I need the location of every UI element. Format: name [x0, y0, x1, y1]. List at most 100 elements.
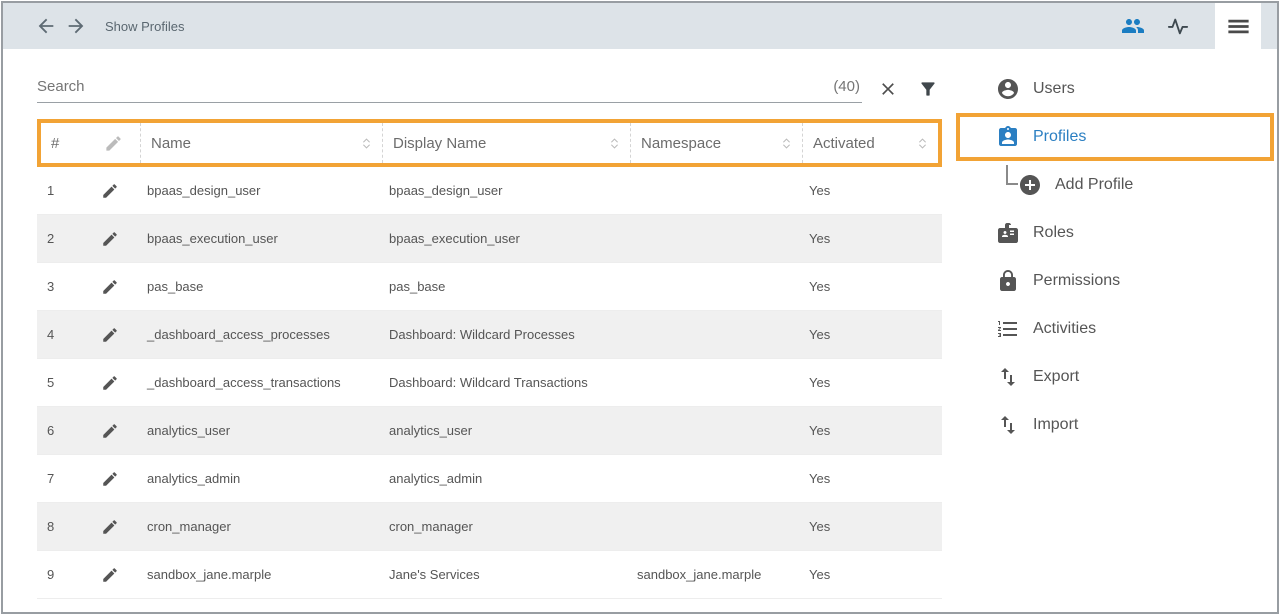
edit-icon [101, 518, 119, 536]
column-header-namespace[interactable]: Namespace [631, 123, 803, 163]
row-name: bpaas_execution_user [137, 231, 379, 246]
filter-button[interactable] [918, 79, 938, 99]
row-edit-cell [81, 278, 137, 296]
edit-icon [101, 326, 119, 344]
clear-search-button[interactable] [878, 79, 898, 99]
sidebar-item-import[interactable]: Import [956, 401, 1277, 449]
column-label: Namespace [641, 135, 721, 152]
edit-icon [101, 422, 119, 440]
row-number: 7 [37, 471, 81, 486]
edit-icon [104, 134, 123, 153]
row-name: sandbox_jane.marple [137, 567, 379, 582]
row-activated: Yes [799, 375, 942, 390]
sidebar-nav: Users ProfilesAdd Profile Roles Permissions… [956, 49, 1277, 612]
filter-funnel-icon [918, 79, 938, 99]
edit-row-button[interactable] [101, 374, 119, 392]
sidebar-item-export[interactable]: Export [956, 353, 1277, 401]
row-number: 4 [37, 327, 81, 342]
top-bar: Show Profiles [3, 3, 1277, 49]
sidebar-item-label: Roles [1033, 224, 1074, 242]
table-row[interactable]: 1bpaas_design_userbpaas_design_userYes [37, 167, 942, 215]
forward-button[interactable] [65, 15, 87, 37]
row-name: _dashboard_access_processes [137, 327, 379, 342]
row-activated: Yes [799, 423, 942, 438]
edit-row-button[interactable] [101, 470, 119, 488]
row-name: analytics_user [137, 423, 379, 438]
activity-monitor-button[interactable] [1167, 15, 1189, 37]
column-header--: # [41, 123, 85, 163]
sidebar-item-profiles[interactable]: Profiles [956, 113, 1274, 161]
sidebar-item-users[interactable]: Users [956, 65, 1277, 113]
sort-icon [607, 136, 622, 151]
table-row[interactable]: 3pas_basepas_baseYes [37, 263, 942, 311]
row-number: 9 [37, 567, 81, 582]
row-activated: Yes [799, 567, 942, 582]
import-export-icon [996, 413, 1020, 437]
edit-icon [101, 566, 119, 584]
row-activated: Yes [799, 231, 942, 246]
sidebar-item-activities[interactable]: Activities [956, 305, 1277, 353]
sidebar-item-label: Export [1033, 368, 1079, 386]
edit-row-button[interactable] [101, 566, 119, 584]
table-row[interactable]: 5_dashboard_access_transactionsDashboard… [37, 359, 942, 407]
table-row[interactable]: 6analytics_useranalytics_userYes [37, 407, 942, 455]
table-row[interactable]: 4 _dashboard_access_processesDashboard: W… [37, 311, 942, 359]
sidebar-item-permissions[interactable]: Permissions [956, 257, 1277, 305]
edit-row-button[interactable] [101, 326, 119, 344]
sidebar-item-add-profile[interactable]: Add Profile [956, 161, 1277, 209]
column-label: Display Name [393, 135, 486, 152]
row-activated: Yes [799, 471, 942, 486]
close-icon [878, 79, 898, 99]
edit-row-button[interactable] [101, 230, 119, 248]
column-header-name[interactable]: Name [141, 123, 383, 163]
row-display-name: Dashboard: Wildcard Processes [379, 327, 627, 342]
arrow-forward-icon [65, 15, 87, 37]
import-export-icon [996, 365, 1020, 389]
row-edit-cell [81, 470, 137, 488]
row-number: 5 [37, 375, 81, 390]
table-row[interactable]: 8cron_managercron_managerYes [37, 503, 942, 551]
edit-icon [101, 374, 119, 392]
edit-row-button[interactable] [101, 518, 119, 536]
edit-row-button[interactable] [101, 278, 119, 296]
row-edit-cell [81, 326, 137, 344]
edit-icon [101, 230, 119, 248]
list-numbered-icon [996, 317, 1020, 341]
row-activated: Yes [799, 327, 942, 342]
sort-icon [359, 136, 374, 151]
table-row[interactable]: 7 analytics_adminanalytics_admin Yes [37, 455, 942, 503]
back-button[interactable] [35, 15, 57, 37]
users-shortcut-button[interactable] [1121, 14, 1145, 38]
row-edit-cell [81, 182, 137, 200]
edit-row-button[interactable] [101, 422, 119, 440]
column-label: Activated [813, 135, 875, 152]
row-edit-cell [81, 230, 137, 248]
row-edit-cell [81, 422, 137, 440]
edit-icon [101, 182, 119, 200]
row-display-name: analytics_admin [379, 471, 627, 486]
row-activated: Yes [799, 183, 942, 198]
sidebar-item-label: Users [1033, 80, 1075, 98]
row-display-name: cron_manager [379, 519, 627, 534]
row-name: analytics_admin [137, 471, 379, 486]
row-number: 2 [37, 231, 81, 246]
menu-button[interactable] [1215, 3, 1261, 49]
sidebar-item-roles[interactable]: Roles [956, 209, 1277, 257]
column-label: Name [151, 135, 191, 152]
table-row[interactable]: 2bpaas_execution_userbpaas_execution_use… [37, 215, 942, 263]
row-activated: Yes [799, 279, 942, 294]
row-display-name: analytics_user [379, 423, 627, 438]
row-activated: Yes [799, 519, 942, 534]
column-header-display-name[interactable]: Display Name [383, 123, 631, 163]
edit-row-button[interactable] [101, 182, 119, 200]
sort-icon [779, 136, 794, 151]
row-edit-cell [81, 374, 137, 392]
table-row[interactable]: 9sandbox_jane.marpleJane's Servicessandb… [37, 551, 942, 599]
sidebar-item-label: Import [1033, 416, 1078, 434]
main-panel: (40) #NameDisplay NameNamespaceActivated… [37, 49, 942, 612]
edit-icon [101, 470, 119, 488]
column-header-activated[interactable]: Activated [803, 123, 938, 163]
app-window: Show Profiles (40) [1, 1, 1279, 614]
sidebar-item-label: Activities [1033, 320, 1096, 338]
search-input[interactable] [37, 78, 833, 95]
